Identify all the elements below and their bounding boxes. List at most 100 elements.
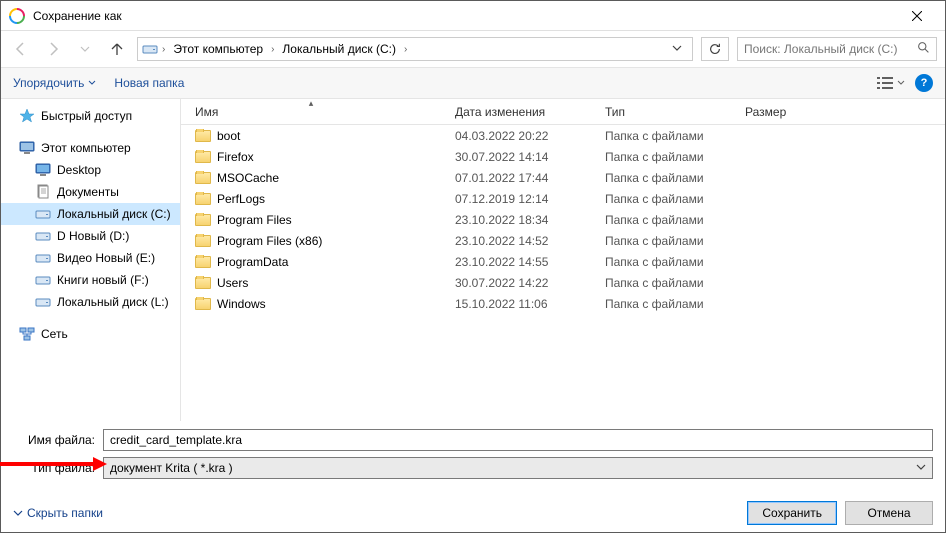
table-row[interactable]: Users30.07.2022 14:22Папка с файлами xyxy=(181,272,945,293)
file-name: boot xyxy=(217,129,240,143)
organize-button[interactable]: Упорядочить xyxy=(13,76,96,90)
file-date: 30.07.2022 14:22 xyxy=(441,276,591,290)
filename-input[interactable] xyxy=(103,429,933,451)
file-type: Папка с файлами xyxy=(591,213,731,227)
drive-icon xyxy=(35,250,51,266)
file-name: Program Files xyxy=(217,213,292,227)
sidebar-item-label: Видео Новый (E:) xyxy=(57,251,155,265)
file-type: Папка с файлами xyxy=(591,129,731,143)
up-button[interactable] xyxy=(105,37,129,61)
drive-icon xyxy=(35,294,51,310)
file-list: ▴ Имя Дата изменения Тип Размер boot 04.0… xyxy=(181,99,945,421)
folder-icon xyxy=(195,277,211,289)
file-type: Папка с файлами xyxy=(591,192,731,206)
folder-icon xyxy=(195,298,211,310)
help-button[interactable]: ? xyxy=(915,74,933,92)
file-date: 30.07.2022 14:14 xyxy=(441,150,591,164)
folder-icon xyxy=(195,214,211,226)
sidebar-quick-access[interactable]: Быстрый доступ xyxy=(1,105,180,127)
filetype-select[interactable]: документ Krita ( *.kra ) xyxy=(103,457,933,479)
table-row[interactable]: ProgramData23.10.2022 14:55Папка с файла… xyxy=(181,251,945,272)
sidebar-item[interactable]: Книги новый (F:) xyxy=(1,269,180,291)
sidebar-item[interactable]: Локальный диск (L:) xyxy=(1,291,180,313)
file-rows: boot04.03.2022 20:22Папка с файламиFiref… xyxy=(181,125,945,421)
documents-icon xyxy=(35,184,51,200)
drive-icon xyxy=(35,228,51,244)
file-name: PerfLogs xyxy=(217,192,265,206)
sidebar-item-label: Книги новый (F:) xyxy=(57,273,149,287)
drive-icon xyxy=(35,206,51,222)
desktop-icon xyxy=(35,162,51,178)
sidebar: Быстрый доступ Этот компьютер Desktop Док… xyxy=(1,99,181,421)
chevron-right-icon: › xyxy=(271,44,274,55)
table-row[interactable]: Program Files (x86)23.10.2022 14:52Папка… xyxy=(181,230,945,251)
folder-icon xyxy=(195,256,211,268)
sidebar-item[interactable]: Документы xyxy=(1,181,180,203)
drive-icon xyxy=(35,272,51,288)
form-area: Имя файла: Тип файла: документ Krita ( *… xyxy=(1,421,945,479)
file-date: 23.10.2022 18:34 xyxy=(441,213,591,227)
new-folder-button[interactable]: Новая папка xyxy=(114,76,184,90)
filetype-label: Тип файла: xyxy=(13,461,103,475)
sidebar-item[interactable]: Desktop xyxy=(1,159,180,181)
save-button[interactable]: Сохранить xyxy=(747,501,837,525)
address-bar[interactable]: › Этот компьютер › Локальный диск (C:) › xyxy=(137,37,693,61)
folder-icon xyxy=(195,130,211,142)
folder-icon xyxy=(195,172,211,184)
file-name: Windows xyxy=(217,297,266,311)
sort-asc-icon: ▴ xyxy=(309,98,314,109)
hide-folders-button[interactable]: Скрыть папки xyxy=(13,506,103,520)
column-headers: ▴ Имя Дата изменения Тип Размер xyxy=(181,99,945,125)
file-date: 07.01.2022 17:44 xyxy=(441,171,591,185)
back-button[interactable] xyxy=(9,37,33,61)
column-date[interactable]: Дата изменения xyxy=(441,99,591,124)
close-button[interactable] xyxy=(897,1,937,31)
body: Быстрый доступ Этот компьютер Desktop Док… xyxy=(1,99,945,421)
sidebar-item[interactable]: Локальный диск (C:) xyxy=(1,203,180,225)
window-title: Сохранение как xyxy=(33,9,897,23)
sidebar-item[interactable]: Видео Новый (E:) xyxy=(1,247,180,269)
sidebar-item-label: Desktop xyxy=(57,163,101,177)
chevron-right-icon: › xyxy=(404,44,407,55)
table-row[interactable]: Windows15.10.2022 11:06Папка с файлами xyxy=(181,293,945,314)
sidebar-item-label: Локальный диск (L:) xyxy=(57,295,169,309)
file-name: ProgramData xyxy=(217,255,288,269)
monitor-icon xyxy=(19,140,35,156)
folder-icon xyxy=(195,235,211,247)
file-name: Firefox xyxy=(217,150,254,164)
file-name: Program Files (x86) xyxy=(217,234,322,248)
drive-icon xyxy=(142,41,158,57)
navbar: › Этот компьютер › Локальный диск (C:) ›… xyxy=(1,31,945,67)
sidebar-network[interactable]: Сеть xyxy=(1,323,180,345)
column-size[interactable]: Размер xyxy=(731,99,811,124)
sidebar-item-label: Локальный диск (C:) xyxy=(57,207,171,221)
search-input[interactable]: Поиск: Локальный диск (C:) xyxy=(737,37,937,61)
table-row[interactable]: MSOCache07.01.2022 17:44Папка с файлами xyxy=(181,167,945,188)
toolbar: Упорядочить Новая папка ? xyxy=(1,67,945,99)
search-icon xyxy=(917,41,930,57)
path-segment-drive[interactable]: Локальный диск (C:) xyxy=(278,40,400,58)
view-options-button[interactable] xyxy=(877,76,905,90)
forward-button[interactable] xyxy=(41,37,65,61)
file-type: Папка с файлами xyxy=(591,150,731,164)
refresh-button[interactable] xyxy=(701,37,729,61)
chevron-down-icon xyxy=(897,79,905,87)
sidebar-this-pc[interactable]: Этот компьютер xyxy=(1,137,180,159)
file-type: Папка с файлами xyxy=(591,171,731,185)
column-type[interactable]: Тип xyxy=(591,99,731,124)
address-dropdown[interactable] xyxy=(666,42,688,56)
cancel-button[interactable]: Отмена xyxy=(845,501,933,525)
recent-dropdown[interactable] xyxy=(73,37,97,61)
file-type: Папка с файлами xyxy=(591,255,731,269)
filename-label: Имя файла: xyxy=(13,433,103,447)
table-row[interactable]: Firefox 30.07.2022 14:14Папка с файлами xyxy=(181,146,945,167)
sidebar-item[interactable]: D Новый (D:) xyxy=(1,225,180,247)
table-row[interactable]: boot 04.03.2022 20:22Папка с файлами xyxy=(181,125,945,146)
file-date: 07.12.2019 12:14 xyxy=(441,192,591,206)
path-segment-pc[interactable]: Этот компьютер xyxy=(169,40,267,58)
file-date: 04.03.2022 20:22 xyxy=(441,129,591,143)
column-name[interactable]: ▴ Имя xyxy=(181,99,441,124)
file-type: Папка с файлами xyxy=(591,297,731,311)
table-row[interactable]: PerfLogs 07.12.2019 12:14Папка с файлами xyxy=(181,188,945,209)
table-row[interactable]: Program Files 23.10.2022 18:34Папка с фай… xyxy=(181,209,945,230)
